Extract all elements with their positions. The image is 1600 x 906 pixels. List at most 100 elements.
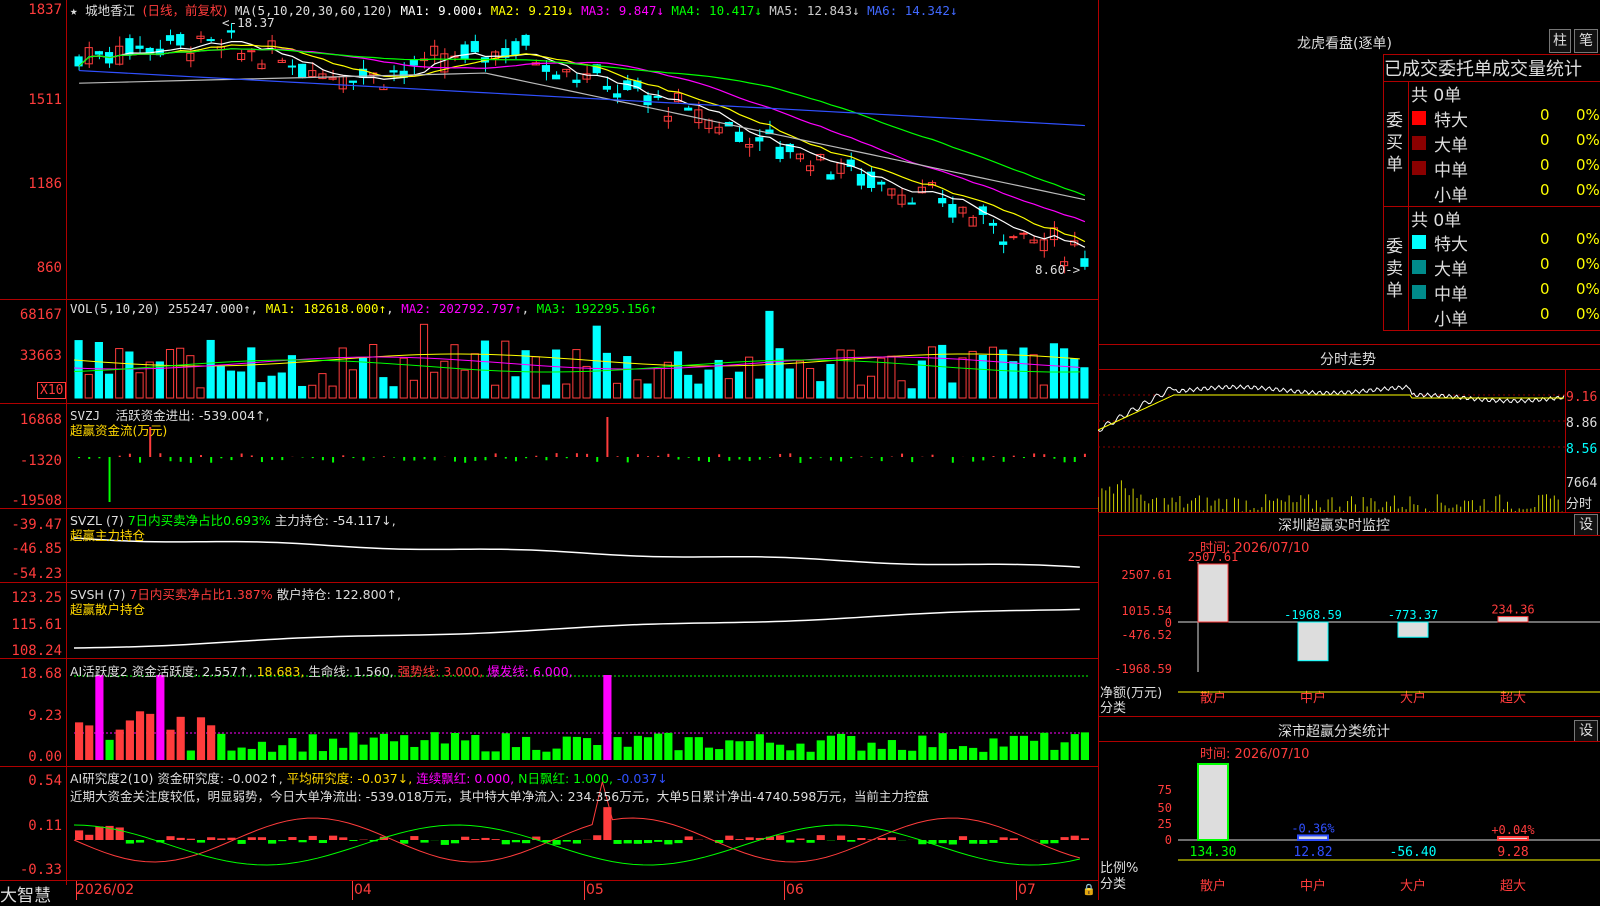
- sz-stats-settings-button[interactable]: 设: [1574, 720, 1598, 742]
- sz-monitor-bar: [1498, 617, 1528, 622]
- sz-stats-bar: [1498, 837, 1528, 840]
- research-bar: [634, 840, 642, 844]
- sz-stats-axis-label: 75: [1158, 783, 1172, 797]
- volume-bar: [420, 324, 427, 398]
- sz-monitor-settings-button[interactable]: 设: [1574, 514, 1598, 536]
- svsh-subtitle: 超赢散户持仓: [70, 599, 145, 618]
- vol-unit-badge: X10: [37, 382, 66, 399]
- activity-bar: [959, 746, 967, 760]
- sz-stats-axis-label: 25: [1158, 817, 1172, 831]
- sz-monitor-bar-label: 234.36: [1491, 603, 1534, 617]
- ai-active-d: 强势线: 3.000,: [398, 664, 483, 679]
- volume-bar: [339, 348, 346, 398]
- activity-bar: [187, 751, 195, 760]
- research-bar: [837, 836, 845, 840]
- activity-bar: [329, 739, 337, 760]
- volume-bar: [674, 352, 681, 398]
- kline-chart[interactable]: [0, 0, 1098, 900]
- research-bar: [613, 840, 621, 844]
- research-bar: [746, 837, 754, 840]
- activity-bar: [1040, 733, 1048, 760]
- research-bar: [847, 840, 855, 842]
- sz-stats-category: 大户: [1400, 878, 1426, 894]
- intraday-chart[interactable]: [1098, 370, 1566, 512]
- volume-bar: [166, 350, 173, 398]
- volume-bar: [431, 372, 438, 398]
- volume-bar: [786, 369, 793, 398]
- activity-bar: [664, 733, 672, 760]
- volume-bar: [156, 362, 163, 398]
- candle-body: [857, 174, 864, 185]
- buy-row-pct: 0%: [1576, 106, 1600, 124]
- volume-bar: [1081, 368, 1088, 398]
- ai-active-c: 生命线: 1.560,: [308, 664, 393, 679]
- volume-bar: [908, 389, 915, 398]
- ma-legend-item: MA5: 12.843↓: [762, 3, 860, 18]
- volume-bar: [268, 376, 275, 398]
- research-bar: [878, 838, 886, 840]
- ai-active-axis-label: 18.68: [0, 666, 62, 682]
- intraday-unit: 分时: [1566, 493, 1592, 512]
- activity-bar: [573, 737, 581, 760]
- svzl-subtitle: 超赢主力持仓: [70, 525, 145, 544]
- svzl-ratio: 7日内买卖净占比0.693%: [128, 513, 271, 528]
- research-bar: [238, 840, 246, 844]
- activity-bar: [146, 714, 154, 760]
- lhb-header: 已成交委托单成交量统计: [1383, 54, 1600, 82]
- buy-row-pct: 0%: [1576, 156, 1600, 174]
- section-divider: [1098, 344, 1600, 345]
- research-bar: [776, 835, 784, 840]
- vol-ma1: MA1: 182618.000↑: [266, 301, 386, 316]
- research-bar: [949, 840, 957, 844]
- research-bar: [339, 837, 347, 840]
- intraday-price-line: [1098, 385, 1564, 431]
- volume-bar: [502, 341, 509, 398]
- research-bar: [278, 840, 286, 841]
- volume-bar: [136, 373, 143, 398]
- activity-bar: [532, 750, 540, 760]
- volume-bar: [197, 388, 204, 398]
- date-tick: 05: [586, 882, 604, 898]
- buy-row-pct: 0%: [1576, 181, 1600, 199]
- candle-body: [1010, 237, 1017, 238]
- svsh-axis-label: 115.61: [0, 617, 62, 633]
- volume-bar: [756, 379, 763, 398]
- activity-bar: [776, 745, 784, 760]
- period-mode[interactable]: (日线，前复权): [143, 3, 228, 18]
- date-tick: 04: [354, 882, 372, 898]
- date-tick-mark: [584, 881, 585, 900]
- price-axis-label: 1186: [0, 176, 62, 192]
- bar-mode-button[interactable]: 柱: [1549, 29, 1571, 53]
- research-bar: [685, 836, 693, 840]
- ai-research-b: 平均研究度: -0.037↓,: [287, 771, 412, 786]
- activity-bar: [309, 734, 317, 760]
- activity-bar: [227, 751, 235, 760]
- research-bar: [573, 840, 581, 844]
- candle-body: [685, 108, 692, 110]
- activity-bar: [725, 740, 733, 760]
- brand-logo[interactable]: 大智慧: [0, 881, 51, 906]
- activity-bar: [299, 752, 307, 760]
- volume-bar: [817, 382, 824, 398]
- buy-swatch: [1412, 136, 1426, 150]
- activity-bar: [166, 730, 174, 760]
- star-icon[interactable]: ★: [70, 3, 78, 18]
- volume-bar: [248, 348, 255, 398]
- ai-research-prefix: AI研究度2(10): [70, 771, 153, 786]
- ma-legend-item: MA3: 9.847↓: [574, 3, 664, 18]
- volume-bar: [969, 351, 976, 398]
- research-bar: [969, 840, 977, 844]
- candle-body: [207, 40, 214, 41]
- volume-bar: [1061, 349, 1068, 398]
- activity-bar: [75, 722, 83, 760]
- research-bar: [177, 838, 185, 840]
- tick-mode-button[interactable]: 笔: [1574, 29, 1598, 53]
- volume-bar: [776, 349, 783, 398]
- vol-axis-label: 68167: [0, 307, 62, 323]
- research-bar: [979, 840, 987, 844]
- candle-body: [756, 138, 763, 141]
- activity-bar: [746, 741, 754, 760]
- lock-icon[interactable]: 🔒: [1082, 883, 1096, 896]
- research-bar: [624, 840, 632, 843]
- intraday-axis-label: 8.86: [1566, 416, 1597, 431]
